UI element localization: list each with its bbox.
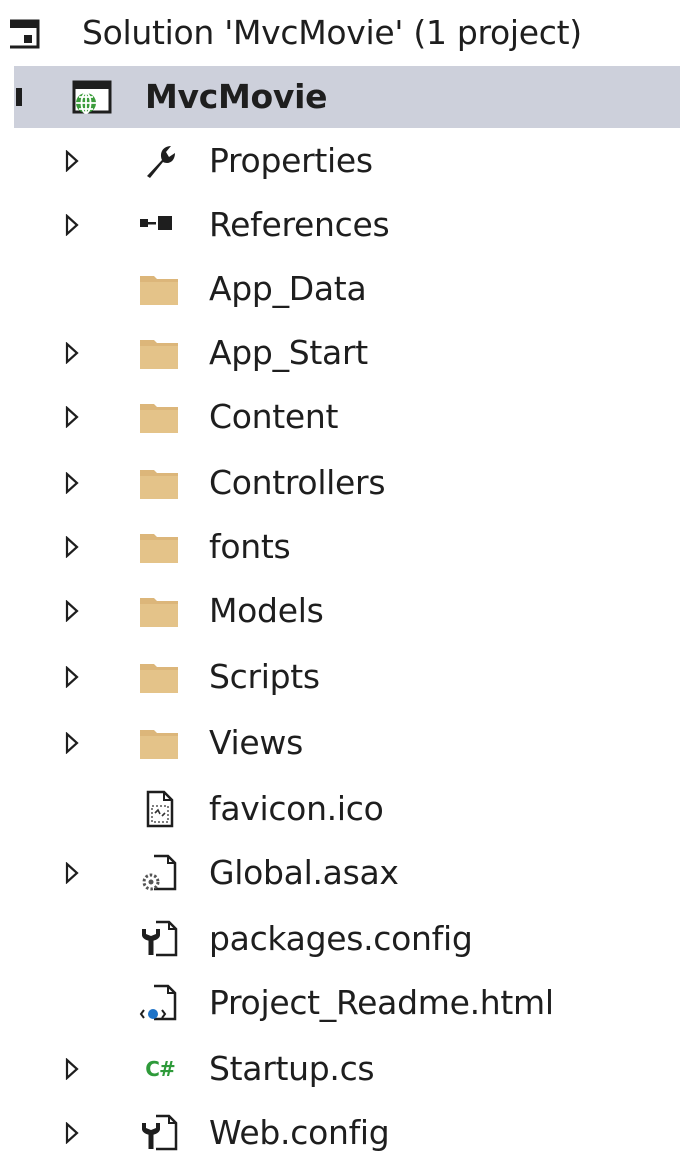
web-project-icon: [70, 77, 114, 117]
tree-item-references[interactable]: References: [0, 194, 680, 256]
tree-item-label: packages.config: [209, 919, 473, 958]
image-file-icon: [138, 789, 182, 829]
tree-item-packages-config[interactable]: packages.config: [0, 908, 680, 970]
tree-item-controllers[interactable]: Controllers: [0, 452, 680, 514]
expand-arrow-icon[interactable]: [62, 1118, 82, 1148]
expand-arrow-icon[interactable]: [62, 858, 82, 888]
tree-item-label: App_Data: [209, 269, 367, 308]
references-icon: [138, 205, 182, 245]
project-node[interactable]: MvcMovie: [14, 66, 680, 128]
folder-icon: [138, 463, 182, 503]
tree-item-label: fonts: [209, 527, 291, 566]
html-file-icon: [138, 983, 182, 1023]
expand-arrow-icon[interactable]: [62, 210, 82, 240]
tree-item-label: Global.asax: [209, 853, 399, 892]
tree-item-views[interactable]: Views: [0, 712, 680, 774]
folder-icon: [138, 591, 182, 631]
expand-arrow-icon[interactable]: [62, 146, 82, 176]
expand-arrow-icon[interactable]: [62, 596, 82, 626]
tree-item-project-readme[interactable]: Project_Readme.html: [0, 972, 680, 1034]
tree-item-label: Project_Readme.html: [209, 983, 554, 1022]
folder-icon: [138, 723, 182, 763]
expand-arrow-icon[interactable]: [62, 728, 82, 758]
tree-item-app-start[interactable]: App_Start: [0, 322, 680, 384]
solution-node[interactable]: Solution 'MvcMovie' (1 project): [0, 2, 680, 64]
tree-item-label: Controllers: [209, 463, 386, 502]
tree-item-label: Content: [209, 397, 339, 436]
wrench-icon: [138, 141, 182, 181]
tree-item-properties[interactable]: Properties: [0, 130, 680, 192]
expand-arrow-icon[interactable]: [62, 662, 82, 692]
project-label: MvcMovie: [145, 77, 328, 116]
tree-item-label: References: [209, 205, 390, 244]
tree-item-label: App_Start: [209, 333, 368, 372]
tree-item-label: Properties: [209, 141, 373, 180]
tree-item-label: Scripts: [209, 657, 320, 696]
solution-icon: [10, 13, 70, 53]
tree-item-app-data[interactable]: App_Data: [0, 258, 680, 320]
tree-item-favicon[interactable]: favicon.ico: [0, 778, 680, 840]
tree-item-label: Models: [209, 591, 324, 630]
csharp-icon: C#: [145, 1057, 175, 1081]
tree-item-content[interactable]: Content: [0, 386, 680, 448]
tree-item-global-asax[interactable]: Global.asax: [0, 842, 680, 904]
tree-item-label: Views: [209, 723, 304, 762]
tree-item-models[interactable]: Models: [0, 580, 680, 642]
tree-item-fonts[interactable]: fonts: [0, 516, 680, 578]
expand-arrow-icon[interactable]: [62, 338, 82, 368]
gear-file-icon: [138, 853, 182, 893]
folder-icon: [138, 657, 182, 697]
folder-icon: [138, 269, 182, 309]
tree-item-startup-cs[interactable]: C# Startup.cs: [0, 1038, 680, 1100]
tree-item-label: Startup.cs: [209, 1049, 375, 1088]
tree-item-label: Web.config: [209, 1113, 390, 1152]
config-file-icon: [138, 919, 182, 959]
folder-icon: [138, 397, 182, 437]
tree-item-scripts[interactable]: Scripts: [0, 646, 680, 708]
folder-icon: [138, 527, 182, 567]
expand-arrow-icon[interactable]: [62, 532, 82, 562]
expanded-arrow-icon[interactable]: [16, 88, 22, 106]
expand-arrow-icon[interactable]: [62, 1054, 82, 1084]
tree-item-label: favicon.ico: [209, 789, 384, 828]
folder-icon: [138, 333, 182, 373]
expand-arrow-icon[interactable]: [62, 402, 82, 432]
expand-arrow-icon[interactable]: [62, 468, 82, 498]
solution-explorer-tree: Solution 'MvcMovie' (1 project) MvcMovie…: [0, 0, 680, 1155]
config-file-icon: [138, 1113, 182, 1153]
solution-label: Solution 'MvcMovie' (1 project): [82, 13, 582, 52]
